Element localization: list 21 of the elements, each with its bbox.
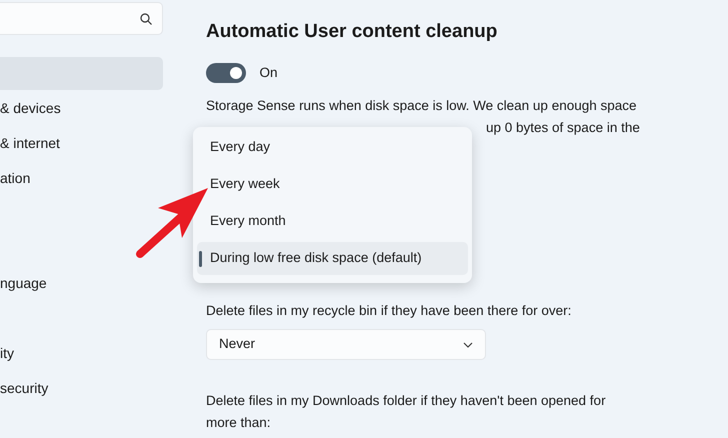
description-text: Storage Sense runs when disk space is low. We clean up enough space	[206, 96, 638, 115]
downloads-label: Delete files in my Downloads folder if they haven't been opened for more than:	[206, 392, 607, 432]
menu-item[interactable]: Every month	[197, 205, 468, 238]
nav-item[interactable]: & devices	[0, 92, 163, 125]
menu-item[interactable]: Every day	[197, 131, 468, 164]
menu-item[interactable]: During low free disk space (default)	[197, 242, 468, 275]
search-field[interactable]	[0, 2, 163, 35]
toggle-switch[interactable]	[206, 62, 246, 83]
nav-item[interactable]: nguage	[0, 267, 163, 300]
description-text: up 0 bytes of space in the	[486, 118, 640, 137]
nav-item[interactable]: security	[0, 372, 163, 405]
nav-item[interactable]: & internet	[0, 127, 163, 160]
search-icon	[140, 12, 152, 24]
nav-item[interactable]: ity	[0, 337, 163, 370]
chevron-down-icon	[463, 342, 473, 348]
toggle-label: On	[260, 64, 278, 82]
nav-item[interactable]: ation	[0, 162, 163, 195]
menu-item[interactable]: Every week	[197, 168, 468, 201]
page-title: Automatic User content cleanup	[206, 20, 498, 44]
duration-dropdown[interactable]: Never	[206, 329, 486, 360]
recycle-bin-label: Delete files in my recycle bin if they have been there for over:	[206, 302, 572, 320]
